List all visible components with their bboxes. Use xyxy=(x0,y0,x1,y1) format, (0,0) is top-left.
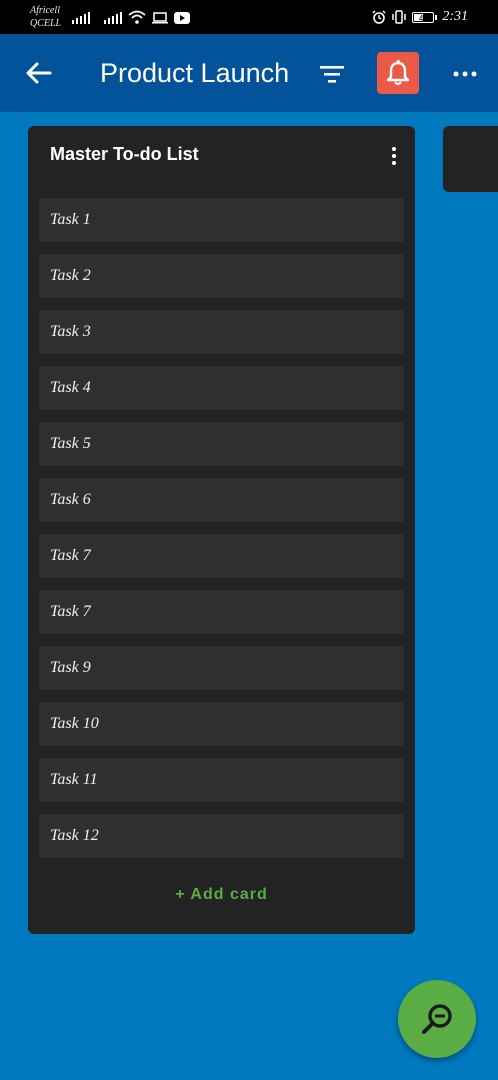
battery-icon: 45 xyxy=(412,11,438,23)
next-list-peek[interactable] xyxy=(443,126,498,192)
signal-icon-2 xyxy=(104,12,122,24)
card[interactable]: Task 12 xyxy=(39,814,404,858)
carrier-name: Africell QCELL xyxy=(30,4,64,30)
bell-icon xyxy=(386,60,410,86)
card[interactable]: Task 10 xyxy=(39,702,404,746)
arrow-left-icon xyxy=(26,62,52,84)
battery-level: 45 xyxy=(418,13,428,23)
carrier-line-1: Africell xyxy=(30,5,60,16)
add-card-button[interactable]: + Add card xyxy=(28,886,415,904)
card-list: Task 1 Task 2 Task 3 Task 4 Task 5 Task … xyxy=(39,198,404,870)
list-menu-button[interactable] xyxy=(384,144,404,168)
vibrate-icon xyxy=(392,10,407,24)
youtube-icon xyxy=(174,12,190,24)
more-options-button[interactable] xyxy=(447,56,483,92)
carrier-line-2: QCELL xyxy=(30,18,62,29)
filter-icon xyxy=(320,66,344,83)
card[interactable]: Task 9 xyxy=(39,646,404,690)
status-icons-right: 45 2:31 xyxy=(372,9,468,25)
back-button[interactable] xyxy=(22,56,56,90)
zoom-button[interactable] xyxy=(398,980,476,1058)
card[interactable]: Task 7 xyxy=(39,590,404,634)
card[interactable]: Task 11 xyxy=(39,758,404,802)
more-horizontal-icon xyxy=(453,71,477,77)
dot-icon xyxy=(392,161,396,165)
app-bar: Product Launch xyxy=(0,34,498,112)
status-icons-left xyxy=(72,10,190,24)
status-bar: Africell QCELL 45 2:31 xyxy=(0,0,498,34)
alarm-icon xyxy=(372,10,386,24)
clock: 2:31 xyxy=(442,9,468,24)
card[interactable]: Task 1 xyxy=(39,198,404,242)
dot-icon xyxy=(392,154,396,158)
card[interactable]: Task 5 xyxy=(39,422,404,466)
wifi-icon xyxy=(128,10,146,24)
card[interactable]: Task 6 xyxy=(39,478,404,522)
filter-button[interactable] xyxy=(314,56,350,92)
signal-icon xyxy=(72,12,90,24)
card[interactable]: Task 3 xyxy=(39,310,404,354)
zoom-out-icon xyxy=(422,1004,452,1034)
notifications-button[interactable] xyxy=(377,52,419,94)
card[interactable]: Task 2 xyxy=(39,254,404,298)
card[interactable]: Task 4 xyxy=(39,366,404,410)
card[interactable]: Task 7 xyxy=(39,534,404,578)
todo-list[interactable]: Master To-do List Task 1 Task 2 Task 3 T… xyxy=(28,126,415,934)
laptop-icon xyxy=(152,12,168,24)
board-title: Product Launch xyxy=(100,58,290,88)
list-title[interactable]: Master To-do List xyxy=(50,144,199,165)
dot-icon xyxy=(392,147,396,151)
